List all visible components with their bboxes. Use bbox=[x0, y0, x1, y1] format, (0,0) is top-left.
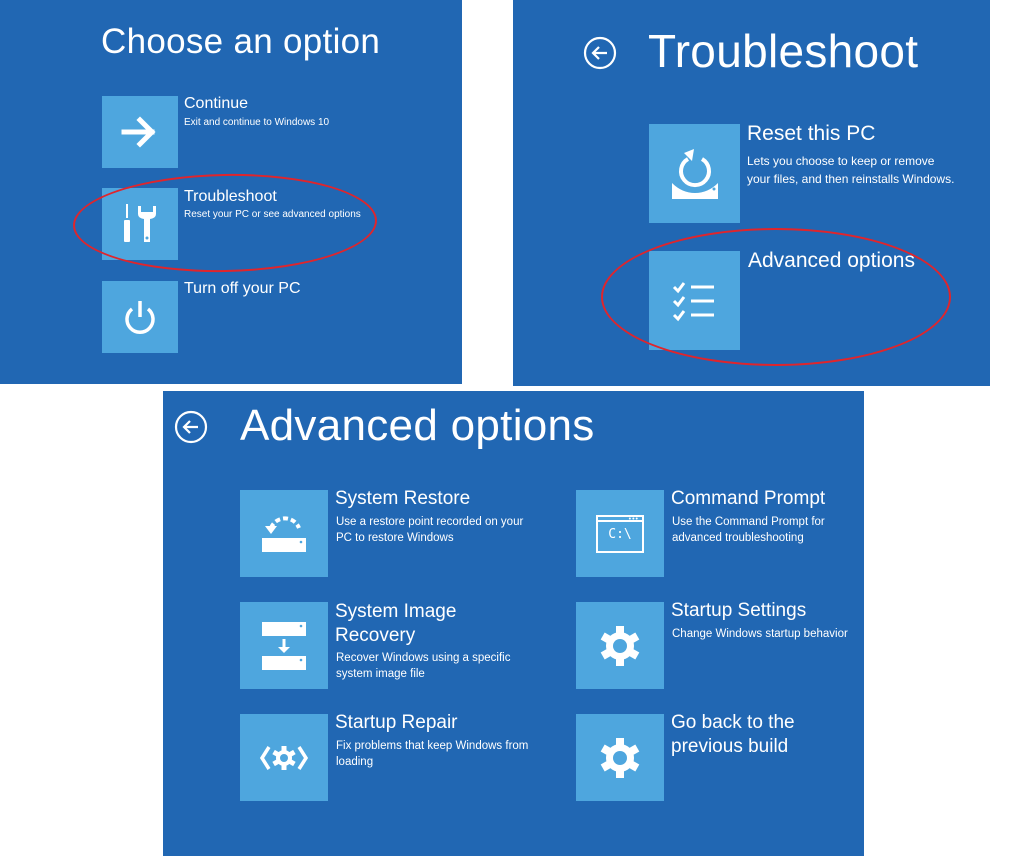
startup-settings-tile[interactable] bbox=[576, 602, 664, 689]
title-line: Go back to the bbox=[671, 712, 795, 733]
title-line: Recovery bbox=[335, 625, 416, 646]
desc-line: advanced troubleshooting bbox=[672, 532, 804, 544]
window-titlebar bbox=[598, 519, 642, 522]
startup-repair-icon bbox=[259, 745, 309, 770]
back-button[interactable] bbox=[174, 410, 208, 444]
prompt-text: C:\ bbox=[608, 526, 632, 542]
option-title[interactable]: Startup Repair bbox=[335, 712, 458, 734]
arrow-right-icon bbox=[121, 116, 156, 148]
desc-line: system image file bbox=[336, 668, 425, 680]
checklist-icon bbox=[672, 281, 714, 321]
reset-pc-icon bbox=[671, 148, 718, 199]
option-desc: Reset your PC or see advanced options bbox=[184, 209, 361, 220]
back-arrow-icon bbox=[174, 410, 208, 444]
desc-line: loading bbox=[336, 756, 374, 768]
desc-line: Lets you choose to keep or remove bbox=[747, 154, 935, 168]
option-desc: Use the Command Prompt for advanced trou… bbox=[672, 514, 825, 546]
option-title[interactable]: Continue bbox=[184, 94, 248, 113]
option-desc: Recover Windows using a specific system … bbox=[336, 650, 511, 682]
back-button[interactable] bbox=[583, 36, 617, 70]
back-arrow-icon bbox=[583, 36, 617, 70]
command-prompt-tile[interactable]: ••• C:\ bbox=[576, 490, 664, 577]
desc-line: Use a restore point recorded on your bbox=[336, 516, 524, 528]
tools-icon bbox=[124, 204, 156, 242]
system-image-tile[interactable] bbox=[240, 602, 328, 689]
system-restore-icon bbox=[262, 515, 306, 552]
option-title[interactable]: System Image Recovery bbox=[335, 600, 456, 648]
continue-tile[interactable] bbox=[102, 96, 178, 168]
option-title[interactable]: Advanced options bbox=[748, 249, 915, 273]
option-desc: Change Windows startup behavior bbox=[672, 628, 848, 640]
title-line: System Image bbox=[335, 601, 457, 622]
turn-off-tile[interactable] bbox=[102, 281, 178, 353]
option-title[interactable]: Reset this PC bbox=[747, 122, 875, 146]
reset-pc-tile[interactable] bbox=[649, 124, 740, 223]
page-title: Troubleshoot bbox=[648, 25, 919, 77]
title-line: previous build bbox=[671, 736, 789, 757]
page-title: Advanced options bbox=[240, 401, 595, 450]
option-desc: Fix problems that keep Windows from load… bbox=[336, 738, 528, 770]
option-desc: Lets you choose to keep or remove your f… bbox=[747, 152, 954, 188]
gear-icon bbox=[600, 737, 640, 778]
desc-line: PC to restore Windows bbox=[336, 532, 454, 544]
option-desc: Exit and continue to Windows 10 bbox=[184, 117, 330, 128]
option-desc: Use a restore point recorded on your PC … bbox=[336, 514, 523, 546]
advanced-options-tile[interactable] bbox=[649, 251, 740, 350]
command-prompt-icon: ••• C:\ bbox=[596, 514, 644, 553]
desc-line: your files, and then reinstalls Windows. bbox=[747, 172, 955, 186]
desc-line: Use the Command Prompt for bbox=[672, 516, 825, 528]
option-title[interactable]: Go back to the previous build bbox=[671, 711, 795, 759]
go-back-tile[interactable] bbox=[576, 714, 664, 801]
choose-option-screen: Choose an option Continue Exit and conti… bbox=[0, 0, 462, 384]
option-title[interactable]: Command Prompt bbox=[671, 488, 825, 510]
advanced-options-screen: Advanced options System Restore Use a re… bbox=[163, 391, 864, 856]
troubleshoot-screen: Troubleshoot Reset this PC Lets you choo… bbox=[513, 0, 990, 386]
power-icon bbox=[125, 301, 155, 334]
option-title[interactable]: Startup Settings bbox=[671, 600, 806, 622]
system-restore-tile[interactable] bbox=[240, 490, 328, 577]
system-image-icon bbox=[262, 621, 306, 670]
gear-icon bbox=[600, 625, 640, 666]
desc-line: Recover Windows using a specific bbox=[336, 652, 511, 664]
troubleshoot-tile[interactable] bbox=[102, 188, 178, 260]
page-title: Choose an option bbox=[101, 22, 381, 61]
option-title[interactable]: System Restore bbox=[335, 488, 470, 510]
option-title[interactable]: Troubleshoot bbox=[184, 187, 277, 206]
startup-repair-tile[interactable] bbox=[240, 714, 328, 801]
option-title[interactable]: Turn off your PC bbox=[184, 279, 301, 298]
desc-line: Fix problems that keep Windows from bbox=[336, 740, 529, 752]
